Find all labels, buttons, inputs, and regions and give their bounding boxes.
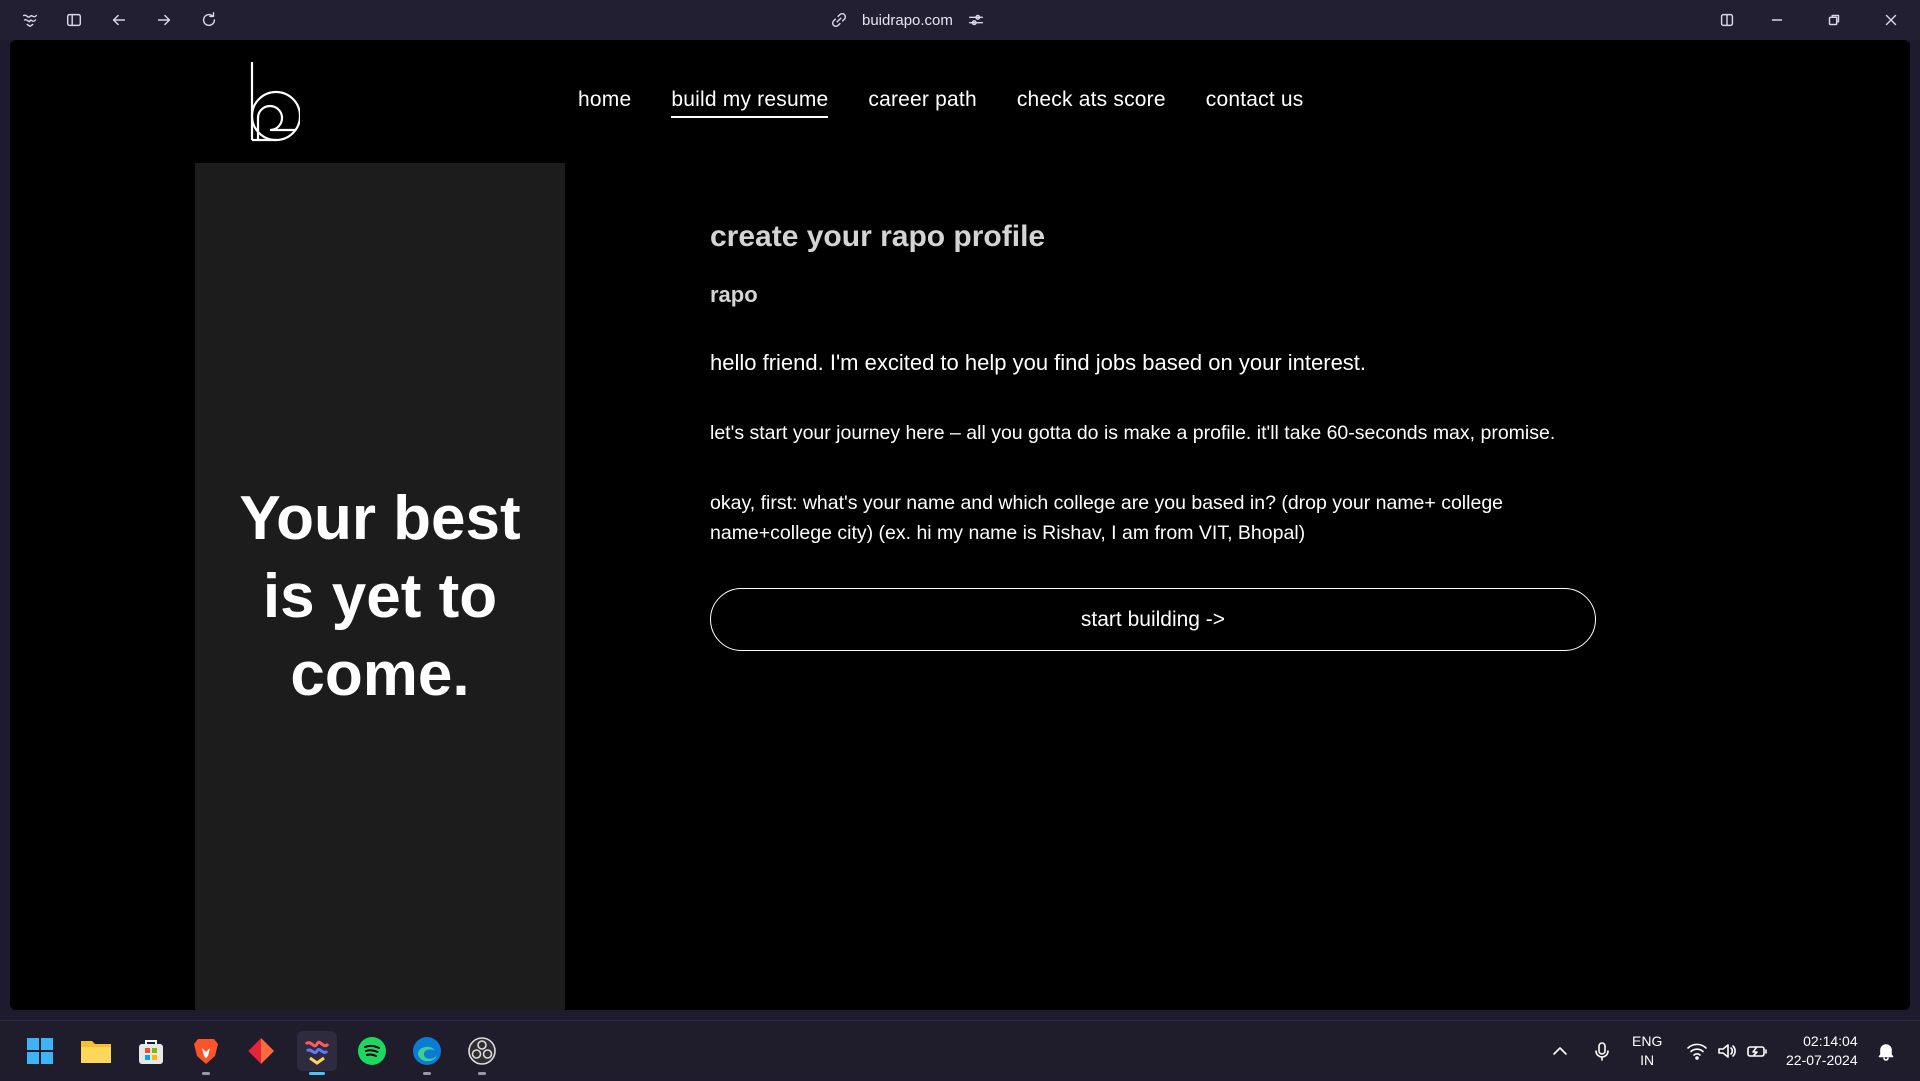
back-arrow-icon[interactable] <box>107 8 131 32</box>
notification-bell-icon[interactable] <box>1876 1021 1896 1081</box>
bot-name: rapo <box>710 282 758 307</box>
nav-career-path[interactable]: career path <box>868 88 976 118</box>
nav-contact-us[interactable]: contact us <box>1206 88 1304 118</box>
page-viewport: home build my resume career path check a… <box>10 40 1910 1010</box>
file-explorer-icon[interactable] <box>76 1031 116 1071</box>
volume-icon <box>1718 1044 1736 1058</box>
split-view-icon[interactable] <box>1715 8 1739 32</box>
start-icon[interactable] <box>20 1031 60 1071</box>
language-code: ENG <box>1632 1033 1663 1049</box>
windows-taskbar: ENG IN 02:14:04 22-07-2024 <box>0 1020 1920 1080</box>
region-code: IN <box>1640 1052 1655 1068</box>
obs-icon[interactable] <box>462 1031 502 1075</box>
restore-icon[interactable] <box>1822 8 1846 32</box>
quick-settings[interactable] <box>1686 1021 1768 1081</box>
wifi-icon <box>1687 1043 1707 1060</box>
reload-icon[interactable] <box>197 8 221 32</box>
link-icon <box>831 12 847 28</box>
browser-logo-icon[interactable] <box>18 8 42 32</box>
nav-build-my-resume[interactable]: build my resume <box>671 88 829 118</box>
browser-titlebar: buidrapo.com <box>0 0 1920 40</box>
page-title: create your rapo profile <box>710 220 1046 253</box>
close-icon[interactable] <box>1879 8 1903 32</box>
arc-browser-icon[interactable] <box>297 1031 337 1075</box>
tagline-text: Your best is yet to come. <box>239 483 521 709</box>
forward-arrow-icon[interactable] <box>152 8 176 32</box>
git-app-icon[interactable] <box>241 1031 281 1071</box>
clock-time: 02:14:04 <box>1803 1033 1858 1049</box>
bot-message: let's start your journey here – all you … <box>710 422 1556 444</box>
url-text[interactable]: buidrapo.com <box>862 12 953 29</box>
spotify-icon[interactable] <box>352 1031 392 1071</box>
chat-intro: create your rapo profile rapo hello frie… <box>710 220 1610 651</box>
edge-icon[interactable] <box>407 1031 447 1075</box>
nav-home[interactable]: home <box>578 88 631 118</box>
address-bar[interactable]: buidrapo.com <box>830 8 985 32</box>
battery-icon <box>1747 1046 1767 1057</box>
chevron-up-icon <box>1553 1047 1567 1055</box>
bot-message: hello friend. I'm excited to help you fi… <box>710 350 1367 375</box>
site-settings-icon[interactable] <box>967 11 985 29</box>
site-logo[interactable] <box>240 60 302 142</box>
nav-check-ats-score[interactable]: check ats score <box>1017 88 1166 118</box>
show-hidden-icons-button[interactable] <box>1550 1021 1570 1081</box>
clock[interactable]: 02:14:04 22-07-2024 <box>1786 1021 1858 1081</box>
minimize-icon[interactable] <box>1765 8 1789 32</box>
tagline-panel: Your best is yet to come. <box>195 163 565 1010</box>
brave-icon[interactable] <box>186 1031 226 1075</box>
microsoft-store-icon[interactable] <box>131 1031 171 1071</box>
microphone-icon[interactable] <box>1592 1021 1612 1081</box>
clock-date: 22-07-2024 <box>1786 1052 1858 1068</box>
language-indicator[interactable]: ENG IN <box>1632 1021 1662 1081</box>
bot-message: okay, first: what's your name and which … <box>710 492 1504 544</box>
start-building-button[interactable]: start building -> <box>710 588 1596 651</box>
sidebar-toggle-icon[interactable] <box>62 8 86 32</box>
main-nav: home build my resume career path check a… <box>578 88 1303 118</box>
rapo-logo-icon <box>250 62 302 142</box>
